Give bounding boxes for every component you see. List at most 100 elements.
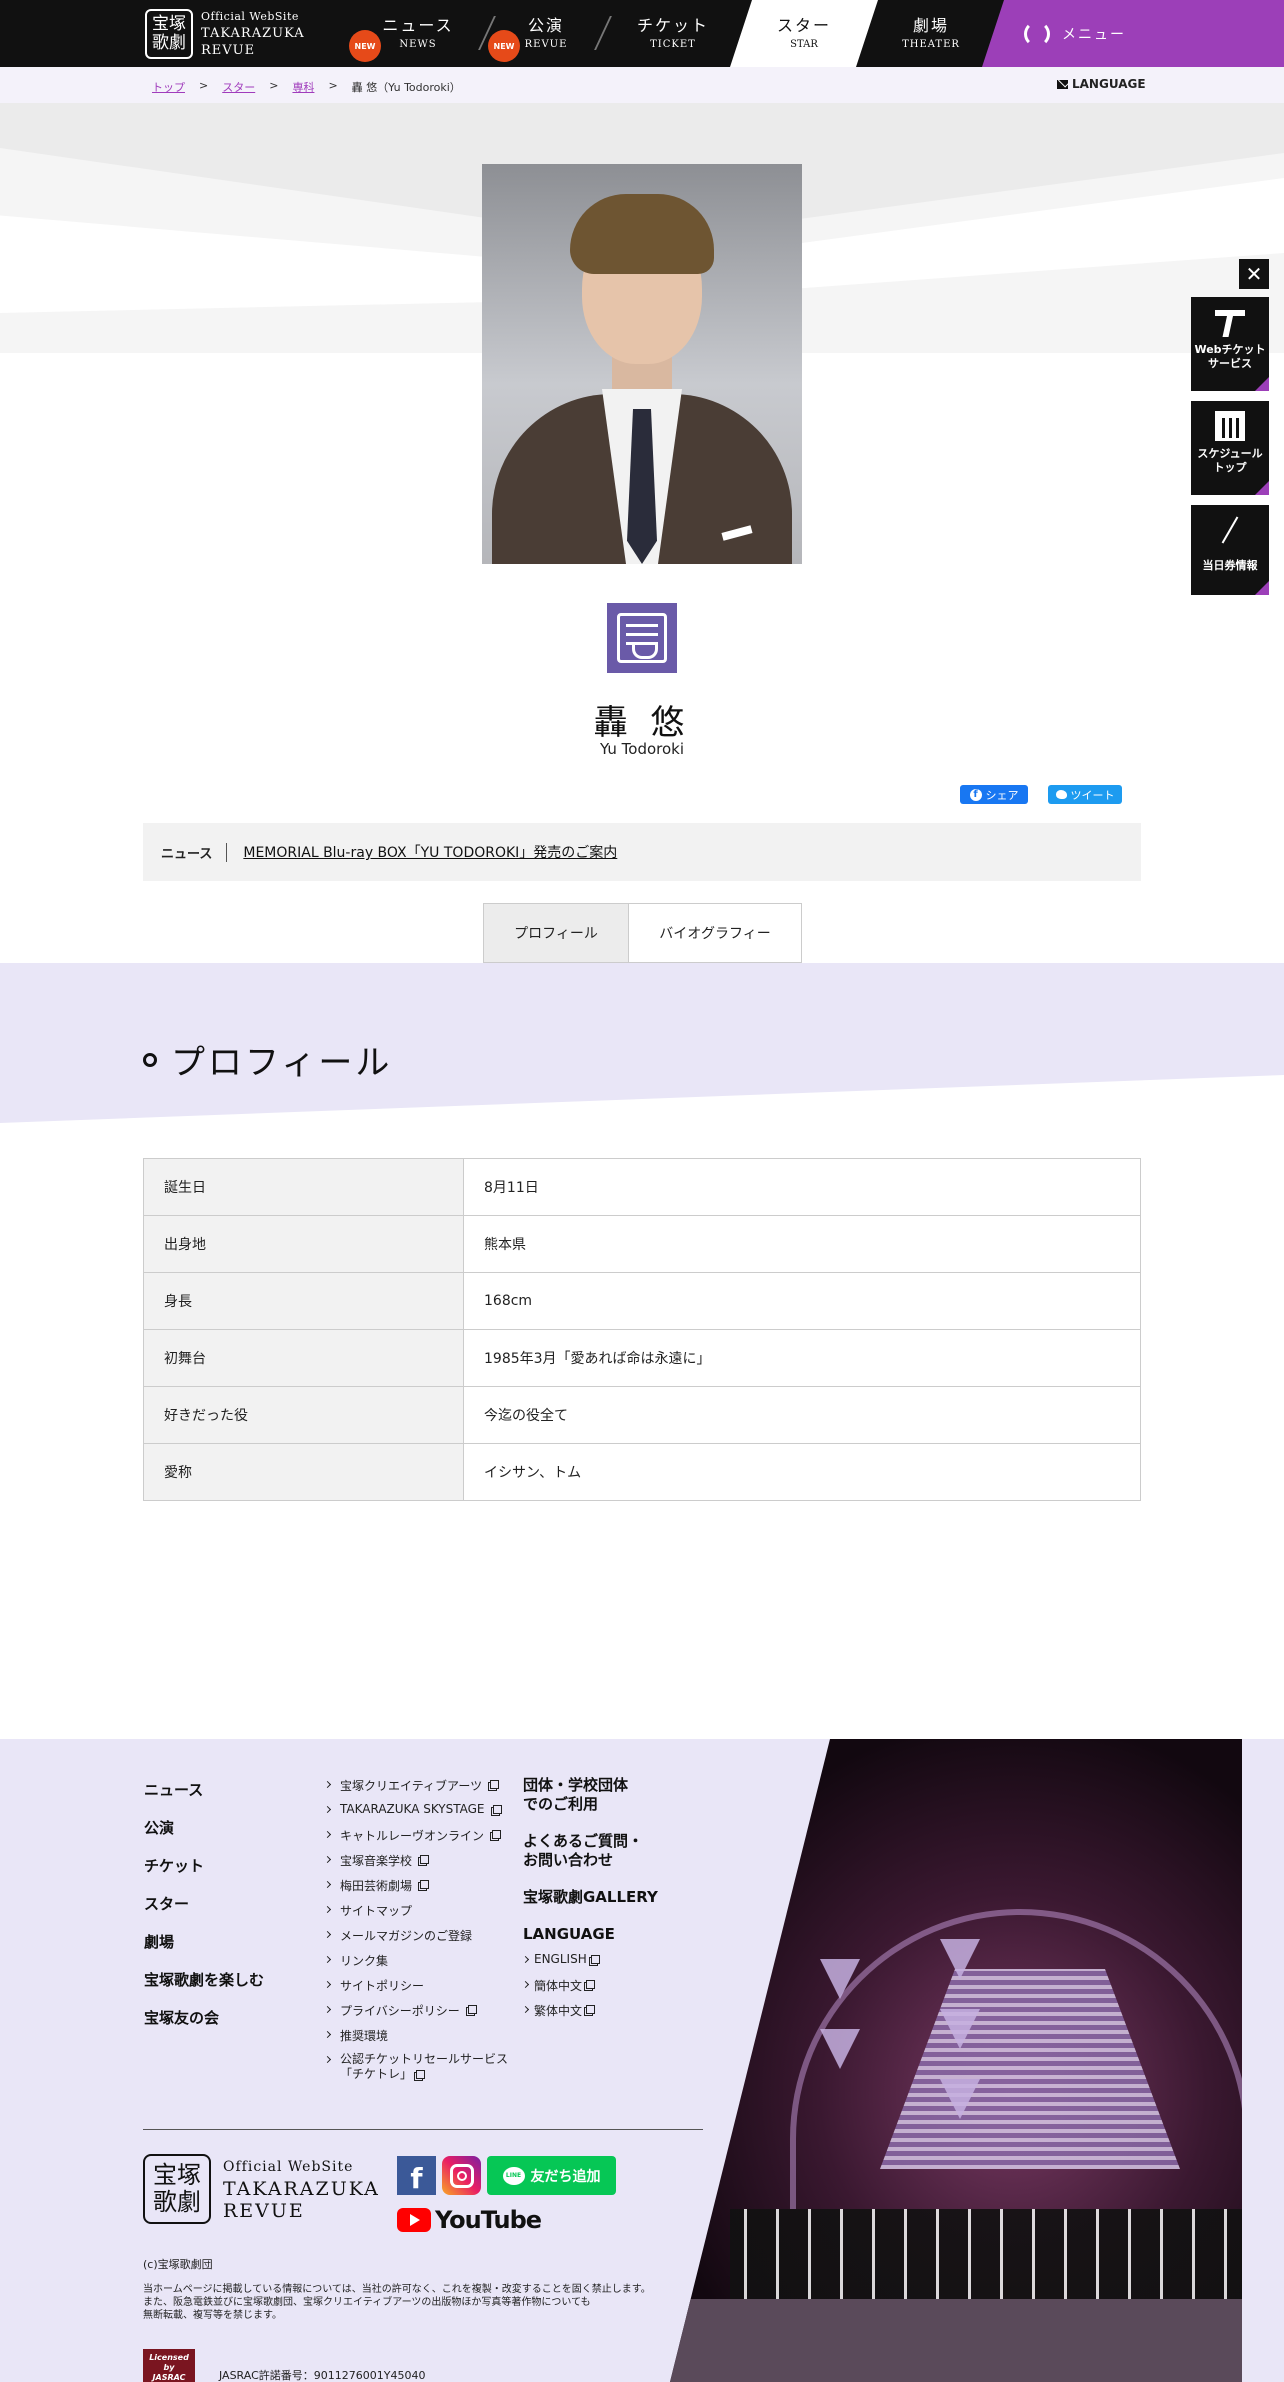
footer-sub-link[interactable]: TAKARAZUKA SKYSTAGE	[323, 1802, 508, 1827]
language-option-label: 簡体中文	[534, 1979, 583, 1993]
footer-extra-links: 団体・学校団体 でのご利用 よくあるご質問・ お問い合わせ 宝塚歌劇GALLER…	[521, 1776, 693, 2027]
logo-official: Official WebSite	[201, 10, 299, 23]
footer-sub-link[interactable]: プライバシーポリシー	[323, 2002, 508, 2027]
footer-language-simplified-chinese[interactable]: 簡体中文	[521, 1977, 693, 2002]
footer-sub-links: 宝塚クリエイティブアーツ TAKARAZUKA SKYSTAGE キャトルレーヴ…	[323, 1777, 508, 2086]
line-add-friend-button[interactable]: LINE 友だち追加	[487, 2156, 616, 2195]
footer-sub-link[interactable]: サイトマップ	[323, 1902, 508, 1927]
external-link-icon	[590, 1955, 600, 1964]
footer-sub-link-label: リンク集	[340, 1954, 389, 1968]
footer-sub-link[interactable]: 梅田芸術劇場	[323, 1877, 508, 1902]
footer-language-english[interactable]: ENGLISH	[521, 1952, 693, 1977]
footer-link-gallery[interactable]: 宝塚歌劇GALLERY	[523, 1888, 693, 1907]
line-add-friend-label: 友だち追加	[530, 2168, 601, 2185]
footer-stage-photo	[670, 1739, 1242, 2382]
footer-link-tomonokai[interactable]: 宝塚友の会	[144, 2007, 264, 2045]
nav-star[interactable]: スター STAR	[730, 0, 878, 67]
footer-link-theater[interactable]: 劇場	[144, 1931, 264, 1969]
circle-bullet-icon	[143, 1052, 157, 1067]
instagram-link-icon[interactable]	[442, 2156, 481, 2195]
footer-sub-link[interactable]: サイトポリシー	[323, 1977, 508, 2002]
footer-sub-link-label: メールマガジンのご登録	[340, 1929, 473, 1943]
logo-text: Official WebSite TAKARAZUKA REVUE	[201, 8, 305, 59]
nav-ticket[interactable]: チケット TICKET	[613, 0, 733, 67]
tab-profile[interactable]: プロフィール	[483, 903, 629, 963]
notice-line: 無断転載、複写等を禁じます。	[143, 2310, 282, 2321]
profile-key: 誕生日	[143, 1158, 464, 1216]
language-label: LANGUAGE	[1072, 77, 1146, 91]
language-option-label: 繁体中文	[534, 2004, 583, 2018]
breadcrumb-star[interactable]: スター	[222, 79, 255, 95]
nav-news-new-badge: NEW	[349, 30, 381, 62]
breadcrumb-top[interactable]: トップ	[152, 79, 185, 95]
chevron-right-icon	[323, 2030, 332, 2039]
table-row: 愛称 イシサン、トム	[143, 1443, 1141, 1501]
stage-floor	[670, 2299, 1242, 2382]
footer-link-star[interactable]: スター	[144, 1893, 264, 1931]
twitter-tweet-button[interactable]: ツイート	[1048, 785, 1122, 804]
footer-logo[interactable]: 宝塚 歌劇 Official WebSite TAKARAZUKA REVUE	[143, 2154, 380, 2224]
table-row: 出身地 熊本県	[143, 1215, 1141, 1273]
language-button[interactable]: LANGUAGE	[1057, 77, 1146, 91]
external-link-icon	[492, 1805, 502, 1814]
footer-language-heading: LANGUAGE	[523, 1925, 693, 1944]
footer-sub-link-label: 宝塚音楽学校	[340, 1854, 413, 1868]
language-option-label: ENGLISH	[534, 1952, 587, 1966]
breadcrumb-current: 轟 悠（Yu Todoroki）	[351, 81, 461, 94]
footer-link-faq[interactable]: よくあるご質問・ お問い合わせ	[523, 1832, 693, 1870]
ticket-logo-icon	[1215, 310, 1245, 337]
side-button-label: Webチケット	[1194, 343, 1266, 356]
footer-sub-link-label: 宝塚クリエイティブアーツ	[340, 1779, 483, 1793]
footer-sub-link[interactable]: メールマガジンのご登録	[323, 1927, 508, 1952]
tab-biography[interactable]: バイオグラフィー	[628, 903, 802, 963]
chevron-right-icon	[323, 1830, 332, 1839]
breadcrumb-senka[interactable]: 専科	[292, 79, 314, 95]
facebook-link-icon[interactable]: f	[397, 2156, 436, 2195]
news-link[interactable]: MEMORIAL Blu-ray BOX「YU TODOROKI」発売のご案内	[243, 842, 617, 862]
nav-theater-sub: THEATER	[902, 39, 960, 50]
day-ticket-info-button[interactable]: 当日券情報	[1191, 505, 1269, 595]
footer-link-revue[interactable]: 公演	[144, 1817, 264, 1855]
footer-language-traditional-chinese[interactable]: 繁体中文	[521, 2002, 693, 2027]
footer-sub-link[interactable]: キャトルレーヴオンライン	[323, 1827, 508, 1852]
footer-sub-link[interactable]: 宝塚クリエイティブアーツ	[323, 1777, 508, 1802]
star-name: 轟 悠	[593, 703, 691, 743]
side-button-label: トップ	[1213, 461, 1247, 474]
footer-link-ticket[interactable]: チケット	[144, 1855, 264, 1893]
footer-sub-link[interactable]: 推奨環境	[323, 2027, 508, 2052]
footer-logo-text: Official WebSite TAKARAZUKA REVUE	[223, 2156, 380, 2222]
web-ticket-service-button[interactable]: Webチケット サービス	[1191, 297, 1269, 391]
footer-link-news[interactable]: ニュース	[144, 1779, 264, 1817]
footer-link-group-use[interactable]: 団体・学校団体 でのご利用	[523, 1776, 693, 1814]
footer-sub-link-label: プライバシーポリシー	[340, 2004, 460, 2018]
chevron-right-icon	[521, 1980, 530, 1989]
youtube-link[interactable]: YouTube	[397, 2206, 542, 2234]
footer-link-label: 団体・学校団体	[523, 1776, 629, 1794]
facebook-icon: f	[969, 788, 982, 801]
footer-sub-link[interactable]: リンク集	[323, 1952, 508, 1977]
portrait-hair	[570, 194, 714, 274]
notice-line: 当ホームページに掲載している情報については、当社の許可なく、これを複製・改変する…	[143, 2284, 651, 2295]
jasrac-logo: Licensed by JASRAC	[143, 2349, 195, 2382]
profile-title-text: プロフィール	[171, 1043, 393, 1083]
footer-sub-link[interactable]: 宝塚音楽学校	[323, 1852, 508, 1877]
nav-theater[interactable]: 劇場 THEATER	[871, 0, 991, 67]
side-widget-close-icon[interactable]: ✕	[1239, 259, 1269, 289]
line-icon: LINE	[502, 2166, 525, 2185]
footer-link-enjoy[interactable]: 宝塚歌劇を楽しむ	[144, 1969, 264, 2007]
profile-value: イシサン、トム	[463, 1443, 1141, 1501]
language-icon	[1057, 79, 1068, 89]
breadcrumb-bar: トップ > スター > 専科 > 轟 悠（Yu Todoroki） LANGUA…	[0, 67, 1284, 103]
breadcrumb: トップ > スター > 専科 > 轟 悠（Yu Todoroki）	[152, 79, 461, 95]
slash-icon	[1215, 515, 1245, 545]
menu-button[interactable]: メニュー	[982, 0, 1284, 67]
footer-link-label: お問い合わせ	[523, 1851, 614, 1869]
nav-ticket-label: チケット	[636, 16, 709, 35]
site-logo[interactable]: 宝塚 歌劇 Official WebSite TAKARAZUKA REVUE	[145, 8, 305, 59]
logo-emblem-line1: 宝塚	[152, 13, 186, 34]
footer-sub-link[interactable]: 公認チケットリセールサービス 「チケトレ」	[323, 2052, 508, 2086]
external-link-icon	[420, 1855, 430, 1864]
facebook-share-button[interactable]: f シェア	[960, 785, 1028, 804]
schedule-top-button[interactable]: スケジュール トップ	[1191, 401, 1269, 495]
logo-line2: REVUE	[201, 43, 256, 58]
